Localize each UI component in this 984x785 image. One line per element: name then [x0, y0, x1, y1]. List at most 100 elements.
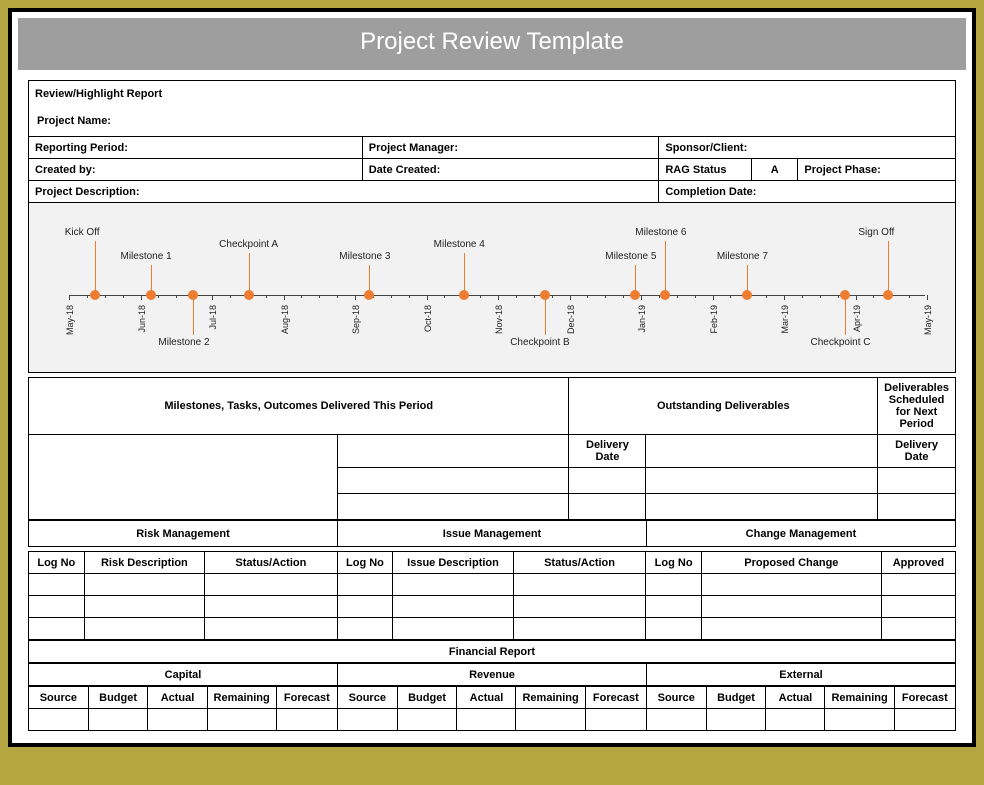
table-cell[interactable] — [29, 574, 85, 596]
table-cell[interactable] — [84, 574, 205, 596]
outstanding-row[interactable] — [337, 494, 569, 520]
timeline-minor-tick — [605, 295, 606, 298]
milestone-label: Milestone 4 — [434, 239, 485, 250]
timeline-minor-tick — [677, 295, 678, 298]
milestone-label: Checkpoint C — [810, 337, 870, 348]
table-cell[interactable] — [29, 618, 85, 640]
table-cell[interactable] — [766, 709, 825, 731]
timeline-minor-tick — [623, 295, 624, 298]
financial-columns: Source Budget Actual Remaining Forecast … — [28, 686, 956, 731]
financial-section-row: Capital Revenue External — [28, 663, 956, 686]
table-cell[interactable] — [701, 618, 881, 640]
delivery-date-cell[interactable] — [569, 468, 646, 494]
document-frame: Project Review Template Review/Highlight… — [8, 8, 976, 747]
table-cell[interactable] — [701, 574, 881, 596]
table-cell[interactable] — [646, 618, 702, 640]
timeline-tick-label: Jan-19 — [637, 305, 647, 333]
table-cell[interactable] — [513, 618, 646, 640]
table-cell[interactable] — [337, 709, 397, 731]
rag-status-value: A — [752, 159, 798, 181]
table-cell[interactable] — [457, 709, 516, 731]
log-no-header: Log No — [29, 552, 85, 574]
table-cell[interactable] — [585, 709, 646, 731]
table-cell[interactable] — [84, 596, 205, 618]
forecast-header: Forecast — [894, 687, 955, 709]
timeline-tick — [498, 295, 499, 300]
table-cell[interactable] — [881, 618, 955, 640]
table-cell[interactable] — [393, 574, 514, 596]
table-cell[interactable] — [337, 596, 393, 618]
table-cell[interactable] — [29, 596, 85, 618]
this-period-header: Milestones, Tasks, Outcomes Delivered Th… — [29, 378, 569, 435]
timeline-tick-label: Aug-18 — [280, 305, 290, 334]
timeline-tick-label: Jul-18 — [208, 305, 218, 330]
table-cell[interactable] — [646, 709, 706, 731]
table-cell[interactable] — [894, 709, 955, 731]
table-cell[interactable] — [825, 709, 894, 731]
approved-header: Approved — [881, 552, 955, 574]
table-cell[interactable] — [393, 618, 514, 640]
next-period-row[interactable] — [646, 468, 878, 494]
timeline-tick-label: Oct-18 — [423, 305, 433, 332]
milestone-label: Kick Off — [65, 227, 100, 238]
table-cell[interactable] — [148, 709, 207, 731]
table-cell[interactable] — [881, 574, 955, 596]
timeline-tick-label: Sep-18 — [351, 305, 361, 334]
milestone-stem — [747, 265, 748, 295]
budget-header: Budget — [88, 687, 148, 709]
table-cell[interactable] — [881, 596, 955, 618]
table-cell[interactable] — [513, 596, 646, 618]
outstanding-row[interactable] — [337, 468, 569, 494]
capital-header: Capital — [29, 664, 338, 686]
milestone-stem — [665, 241, 666, 295]
table-cell[interactable] — [276, 709, 337, 731]
timeline-tick-label: Apr-19 — [852, 305, 862, 332]
table-cell[interactable] — [516, 709, 585, 731]
milestone-stem — [635, 265, 636, 295]
table-cell[interactable] — [646, 574, 702, 596]
page-title: Project Review Template — [18, 18, 966, 70]
actual-header: Actual — [457, 687, 516, 709]
timeline-tick — [284, 295, 285, 300]
timeline-minor-tick — [909, 295, 910, 298]
milestone-stem — [95, 241, 96, 295]
timeline-minor-tick — [766, 295, 767, 298]
table-cell[interactable] — [207, 709, 276, 731]
timeline-minor-tick — [695, 295, 696, 298]
delivery-date-cell[interactable] — [878, 494, 956, 520]
table-cell[interactable] — [205, 574, 338, 596]
timeline-minor-tick — [337, 295, 338, 298]
timeline-minor-tick — [391, 295, 392, 298]
table-cell[interactable] — [397, 709, 457, 731]
timeline-tick-label: Feb-19 — [709, 305, 719, 334]
table-cell[interactable] — [393, 596, 514, 618]
milestone-label: Milestone 5 — [605, 251, 656, 262]
table-cell[interactable] — [84, 618, 205, 640]
next-period-row[interactable] — [646, 494, 878, 520]
this-period-cell[interactable] — [29, 435, 338, 520]
remaining-header: Remaining — [825, 687, 894, 709]
outstanding-row[interactable] — [337, 435, 569, 468]
table-cell[interactable] — [205, 596, 338, 618]
timeline-minor-tick — [552, 295, 553, 298]
table-cell[interactable] — [513, 574, 646, 596]
table-cell[interactable] — [88, 709, 148, 731]
milestone-stem — [888, 241, 889, 295]
table-cell[interactable] — [337, 574, 393, 596]
table-cell[interactable] — [701, 596, 881, 618]
timeline-tick — [69, 295, 70, 300]
delivery-date-header-2: Delivery Date — [878, 435, 956, 468]
table-cell[interactable] — [646, 596, 702, 618]
risk-desc-header: Risk Description — [84, 552, 205, 574]
table-cell[interactable] — [706, 709, 766, 731]
next-period-row[interactable] — [646, 435, 878, 468]
timeline-tick — [641, 295, 642, 300]
delivery-date-cell[interactable] — [878, 468, 956, 494]
report-title: Review/Highlight Report — [29, 81, 956, 107]
milestone-label: Sign Off — [858, 227, 894, 238]
table-cell[interactable] — [29, 709, 89, 731]
issue-mgmt-header: Issue Management — [338, 521, 647, 547]
table-cell[interactable] — [205, 618, 338, 640]
delivery-date-cell[interactable] — [569, 494, 646, 520]
table-cell[interactable] — [337, 618, 393, 640]
